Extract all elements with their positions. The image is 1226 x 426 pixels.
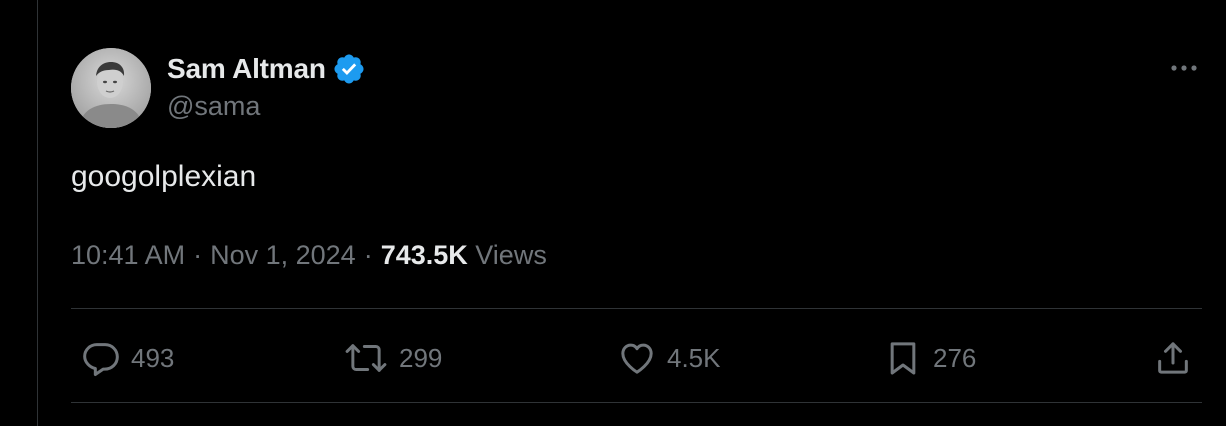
reply-button[interactable]: 493: [81, 334, 174, 382]
tweet-text: googolplexian: [71, 160, 257, 193]
tweet-time[interactable]: 10:41 AM: [71, 240, 185, 270]
meta-separator: ·: [363, 240, 373, 270]
views-label: Views: [475, 240, 547, 270]
avatar-photo: [71, 48, 151, 128]
name-row: Sam Altman: [167, 51, 366, 87]
share-icon: [1158, 342, 1188, 374]
like-count: 4.5K: [667, 342, 721, 373]
reply-count: 493: [131, 342, 175, 373]
tweet-meta: 10:41 AM · Nov 1, 2024 · 743.5K Views: [71, 240, 547, 271]
tweet-date[interactable]: Nov 1, 2024: [210, 240, 356, 270]
user-handle[interactable]: @sama: [167, 91, 366, 122]
author-block: Sam Altman @sama: [167, 51, 366, 122]
like-button[interactable]: 4.5K: [617, 334, 721, 382]
action-bar: 493 299 4.5K 276: [71, 334, 1202, 382]
tweet-detail: Sam Altman @sama googolplexian 10:41 AM ·…: [0, 0, 1226, 426]
avatar[interactable]: [71, 48, 151, 128]
display-name[interactable]: Sam Altman: [167, 53, 326, 85]
verified-badge-icon[interactable]: [332, 52, 366, 86]
column-border: [37, 0, 38, 426]
views-count[interactable]: 743.5K: [381, 240, 468, 270]
bookmark-button[interactable]: 276: [883, 334, 976, 382]
more-options-icon[interactable]: [1166, 56, 1202, 80]
divider-top: [71, 308, 1202, 309]
divider-bottom: [71, 402, 1202, 403]
heart-icon: [621, 343, 653, 374]
repost-icon: [345, 344, 387, 372]
reply-icon: [83, 343, 119, 376]
repost-button[interactable]: 299: [343, 334, 442, 382]
meta-separator: ·: [193, 240, 203, 270]
share-button[interactable]: [1153, 334, 1193, 382]
bookmark-count: 276: [933, 342, 977, 373]
bookmark-icon: [890, 342, 916, 375]
repost-count: 299: [399, 342, 443, 373]
